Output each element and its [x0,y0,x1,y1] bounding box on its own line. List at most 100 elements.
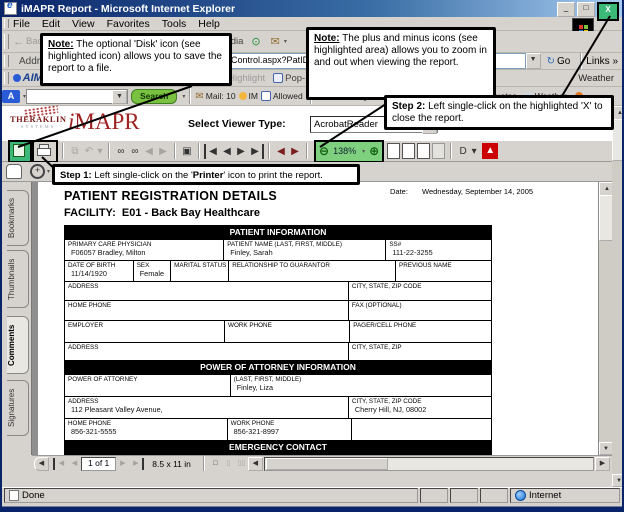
dropdown-icon[interactable]: ▾ [96,144,104,159]
horizontal-scrollbar[interactable] [264,457,594,471]
tab-thumbnails[interactable]: Thumbnails [7,250,29,308]
single-page-mode-icon[interactable]: □ [209,458,222,470]
field-label: CITY, STATE, ZIP CODE [352,283,491,290]
copy-icon[interactable]: ⧉ [68,144,82,159]
print-button-highlighted[interactable] [32,140,58,163]
continuous-facing-layout-icon[interactable] [417,143,430,159]
snapshot-icon[interactable]: ▣ [180,144,194,159]
facing-mode-icon[interactable]: ▯▯ [235,458,248,470]
next-page-icon[interactable]: ▶ [116,458,129,470]
last-page-icon[interactable]: ▶ [129,458,144,470]
scrollbar-thumb[interactable] [599,195,612,241]
current-view-icon[interactable]: D [456,144,470,159]
save-button-highlighted[interactable] [8,140,32,163]
menu-favorites[interactable]: Favorites [107,18,150,30]
previous-highlight-icon[interactable]: ◀ [142,144,156,159]
field-label: WORK PHONE [228,322,349,329]
menu-edit[interactable]: Edit [42,18,60,30]
status-bar: Done Internet [2,487,622,503]
continuous-mode-icon[interactable]: ▯ [222,458,235,470]
first-page-icon[interactable]: ◀ [204,144,220,159]
table-cell: HOME PHONE [65,301,349,320]
table-cell: WORK PHONE856-321-8997 [228,419,352,440]
previous-page-icon[interactable]: ◀ [68,458,81,470]
previous-page-icon[interactable]: ◀ [220,144,234,159]
first-page-icon[interactable]: ◀ [53,458,68,470]
address-dropdown-icon[interactable]: ▼ [526,53,541,69]
page-indicator[interactable]: 1 of 1 [81,457,116,471]
menu-file[interactable]: File [13,18,30,30]
minimize-button[interactable]: _ [557,2,575,17]
im-item[interactable]: IM [239,91,258,101]
internet-globe-icon [515,490,526,501]
field-label: POWER OF ATTORNEY [68,376,230,383]
find-binoculars-icon[interactable]: ∞ [114,144,128,159]
dropdown-icon[interactable]: ▾ [470,144,478,159]
menu-view[interactable]: View [72,18,95,30]
back-arrow-icon: ← [13,36,24,48]
last-page-icon[interactable]: ▶ [248,144,264,159]
menu-tools[interactable]: Tools [162,18,187,30]
field-label: ADDRESS [68,344,348,351]
hscroll-right-icon[interactable]: ▶ [595,457,610,471]
field-label: HOME PHONE [68,302,348,309]
menu-help[interactable]: Help [198,18,220,30]
highlight-button[interactable]: Highlight [228,73,265,84]
go-button[interactable]: ↻ Go [547,56,571,67]
collapse-panel-icon[interactable]: ◀ [34,457,49,471]
browser-window: iMAPR Report - Microsoft Internet Explor… [0,0,624,512]
scroll-down-icon[interactable]: ▼ [612,474,624,487]
pdf-vertical-scrollbar[interactable]: ▲ ▼ [598,182,612,455]
divider [108,143,110,159]
divider [203,456,205,472]
pdf-viewer: Bookmarks Thumbnails Comments Signatures… [2,182,612,455]
next-highlight-icon[interactable]: ▶ [156,144,170,159]
mail-item[interactable]: ✉ Mail: 10 [195,91,235,102]
close-button-highlighted[interactable]: X [597,2,619,21]
im-person-icon [239,92,247,100]
field-value: Female [137,269,170,278]
tab-comments[interactable]: Comments [7,316,29,374]
report-title: PATIENT REGISTRATION DETAILS [64,189,277,203]
tab-signatures[interactable]: Signatures [7,380,29,436]
toolbar-search-input[interactable]: ▼ [26,89,128,104]
search-button[interactable]: Search [131,89,177,104]
single-page-layout-icon[interactable] [387,143,400,159]
history-button[interactable]: ⊙ [251,35,262,48]
aim-weather-item[interactable]: Weather [578,73,614,84]
field-value: F06057 Bradley, Milton [68,248,223,257]
search-history-dropdown-icon[interactable]: ▼ [112,90,127,104]
field-label: ADDRESS [68,398,348,405]
dropdown-icon[interactable]: ▾ [47,168,50,175]
maximize-button[interactable]: □ [577,2,595,17]
mail-button[interactable]: ✉ ▾ [271,35,287,48]
zoom-dropdown-icon[interactable]: ▾ [362,148,365,155]
hscroll-left-icon[interactable]: ◀ [248,457,263,471]
ie-document-icon [4,2,17,15]
scroll-down-icon[interactable]: ▼ [599,442,612,455]
table-cell: PRIMARY CARE PHYSICIANF06057 Bradley, Mi… [65,240,224,260]
adobe-acrobat-icon[interactable]: ▲ [482,143,498,159]
search-icon[interactable]: ∞ [128,144,142,159]
field-label: PATIENT NAME (LAST, FIRST, MIDDLE) [227,241,385,248]
hand-tool-icon[interactable] [6,164,22,179]
mail-icon: ✉ [271,35,280,48]
zoom-tool-icon[interactable]: + [30,164,45,179]
dropdown-icon[interactable]: ▾ [182,93,185,100]
field-label: (LAST, FIRST, MIDDLE) [234,376,491,383]
continuous-layout-icon[interactable] [402,143,415,159]
previous-view-icon[interactable]: ◀ [274,144,288,159]
links-menu[interactable]: Links » [586,56,618,67]
browser-vertical-scrollbar[interactable]: ▲ ▼ [612,106,624,487]
next-view-icon[interactable]: ▶ [288,144,302,159]
document-icon [9,490,19,501]
facing-layout-icon[interactable] [432,143,445,159]
undo-icon[interactable]: ↶ [82,144,96,159]
zoom-out-icon[interactable]: ⊖ [319,144,329,158]
next-page-icon[interactable]: ▶ [234,144,248,159]
zoom-in-icon[interactable]: ⊕ [369,144,379,158]
aol-logo-icon[interactable]: A [2,90,20,103]
tab-bookmarks[interactable]: Bookmarks [7,190,29,246]
popups-allowed-item[interactable]: Allowed [261,91,303,101]
scrollbar-thumb[interactable] [266,458,388,470]
